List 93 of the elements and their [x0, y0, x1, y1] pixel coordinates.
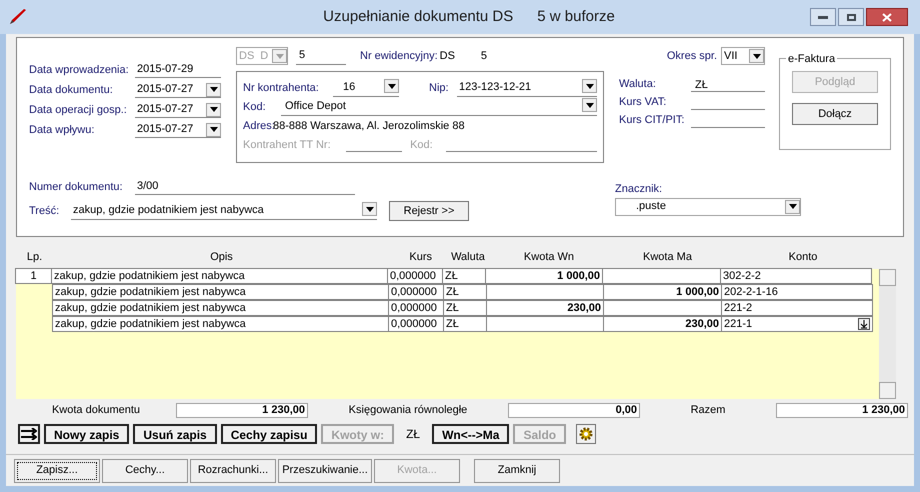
maximize-button[interactable] [838, 8, 864, 26]
button[interactable]: Rozrachunki... [190, 458, 276, 482]
total-value: 1 230,00 [776, 402, 908, 418]
table-cell: 0,000000 [388, 284, 444, 300]
table-cell: 0,000000 [387, 268, 443, 284]
close-icon [882, 12, 892, 22]
registry-number: 5 [480, 48, 488, 64]
currency-field[interactable]: ZŁ [691, 77, 765, 92]
window-title: Uzupełnianie dokumentu DS [323, 6, 514, 27]
document-number-field[interactable]: 3/00 [135, 178, 355, 195]
table-cell: 1 000,00 [603, 284, 722, 300]
table-cell: 1 000,00 [485, 268, 603, 284]
button[interactable]: Cechy... [102, 458, 188, 482]
total-label: Księgowania równoległe [348, 402, 468, 418]
field-label: Treść: [29, 204, 60, 219]
nip-field[interactable]: 123-123-12-21 [457, 79, 597, 97]
button[interactable]: Zapisz... [14, 458, 100, 482]
date-field[interactable]: 2015-07-27 [135, 102, 221, 118]
address-text: 88-888 Warszawa, Al. Jerozolimskie 88 [273, 118, 465, 134]
table-cell: ZŁ [443, 316, 487, 332]
close-button[interactable] [866, 8, 908, 26]
minimize-button[interactable] [810, 8, 836, 26]
table-cell: zakup, gdzie podatnikiem jest nabywca [52, 284, 389, 300]
field-label: Nip: [429, 80, 450, 96]
total-value: 1 230,00 [176, 402, 308, 418]
column-header: Opis [209, 250, 234, 265]
field-label: Okres spr. [666, 48, 717, 64]
button[interactable]: Zamknij [474, 458, 560, 482]
field-label: Kod: [410, 138, 434, 153]
contractor-code-field[interactable]: Office Depot [281, 98, 597, 116]
marker-dropdown[interactable]: .puste [615, 198, 801, 216]
date-field[interactable]: 2015-07-27 [135, 82, 221, 98]
field-label: Nr ewidencyjny: [360, 48, 438, 64]
contractor-number-field[interactable]: 16 [333, 79, 399, 97]
table-cell: 1 [15, 268, 52, 284]
field-label: Data dokumentu: [29, 82, 114, 98]
button[interactable]: Wn<-->Ma [432, 424, 510, 444]
currency-text: ZŁ [405, 426, 422, 443]
field-label: Data operacji gosp.: [29, 102, 128, 118]
column-header: Kurs [408, 250, 433, 265]
total-value: 0,00 [508, 402, 640, 418]
field-label: Nr kontrahenta: [243, 80, 320, 96]
field-label: Numer dokumentu: [29, 180, 124, 194]
date-field[interactable]: 2015-07-29 [135, 62, 221, 78]
scrollbar[interactable] [879, 269, 896, 399]
column-header: Lp. [26, 250, 44, 265]
field-label: Znacznik: [615, 182, 664, 197]
table-cell: 0,000000 [388, 300, 444, 316]
button[interactable]: Cechy zapisu [220, 424, 318, 444]
button[interactable]: Usuń zapis [133, 424, 217, 444]
table-cell: 202-2-1-16 [721, 284, 873, 300]
registry-prefix: DS [440, 48, 455, 64]
settings-button[interactable] [576, 424, 596, 444]
column-header: Waluta [450, 250, 486, 265]
window-title-suffix: 5 w buforze [537, 6, 615, 27]
arrows-button[interactable] [18, 424, 40, 444]
date-field[interactable]: 2015-07-27 [135, 122, 221, 138]
field-label: Data wprowadzenia: [29, 62, 130, 78]
table-cell: 0,000000 [388, 316, 444, 332]
column-header: Kwota Wn [522, 250, 576, 265]
table-cell: ZŁ [442, 268, 486, 284]
table-cell: 302-2-2 [720, 268, 872, 284]
column-header: Kwota Ma [642, 250, 693, 265]
button[interactable]: Dołącz [792, 103, 878, 125]
arrows-icon [21, 428, 37, 440]
column-header: Konto [788, 250, 818, 265]
field-label: Adres: [243, 118, 273, 134]
gear-icon [579, 427, 594, 441]
period-dropdown[interactable]: VII [721, 47, 765, 65]
field-label: Kontrahent TT Nr: [243, 138, 332, 153]
field-label: Kod: [243, 100, 267, 115]
field-label: Kurs CIT/PIT: [619, 112, 686, 128]
pen-icon [8, 8, 28, 26]
total-label: Kwota dokumentu [50, 402, 142, 418]
table-cell: zakup, gdzie podatnikiem jest nabywca [51, 268, 388, 284]
register-button[interactable]: Rejestr >> [389, 201, 469, 221]
table-cell: ZŁ [443, 300, 487, 316]
table-cell: 230,00 [603, 316, 722, 332]
total-label: Razem [690, 402, 726, 418]
table-cell: zakup, gdzie podatnikiem jest nabywca [52, 300, 389, 316]
field-label: Data wpływu: [29, 122, 96, 138]
button[interactable]: Przeszukiwanie... [278, 458, 372, 482]
document-number-field[interactable]: 5 [296, 47, 346, 65]
table-cell: ZŁ [443, 284, 487, 300]
download-icon[interactable] [858, 318, 870, 330]
description-dropdown[interactable]: zakup, gdzie podatnikiem jest nabywca [71, 202, 377, 220]
field-label: Waluta: [619, 76, 657, 92]
table-cell: 221-1 [721, 316, 873, 332]
button[interactable]: Nowy zapis [44, 424, 130, 444]
table-cell: 230,00 [486, 300, 604, 316]
table-cell: 221-2 [721, 300, 873, 316]
field-label: Kurs VAT: [619, 94, 668, 110]
table-cell: zakup, gdzie podatnikiem jest nabywca [52, 316, 389, 332]
